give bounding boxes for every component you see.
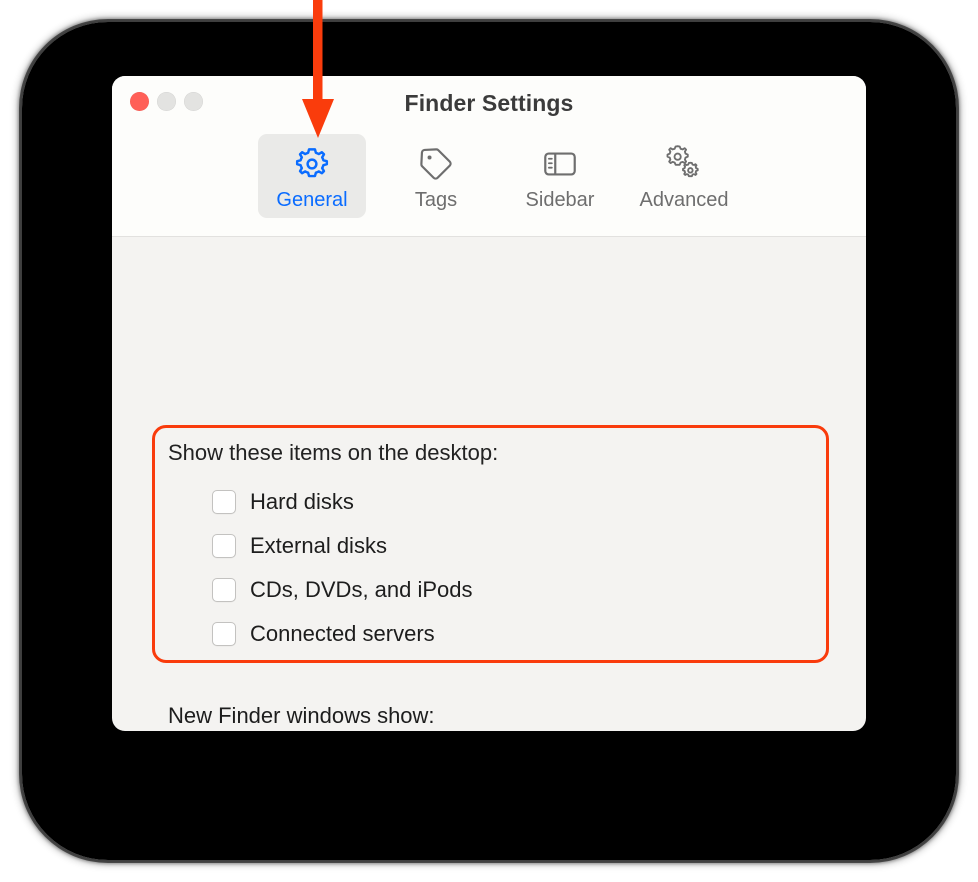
tag-icon	[417, 144, 455, 184]
checkbox-external-disks-label: External disks	[250, 533, 387, 558]
checkbox-cds-dvds-ipods-label: CDs, DVDs, and iPods	[250, 577, 473, 602]
checkbox-row-hard-disks[interactable]: Hard disks	[212, 490, 354, 514]
tab-advanced-label: Advanced	[639, 189, 729, 211]
general-settings-pane: Show these items on the desktop: Hard di…	[112, 237, 866, 731]
new-finder-windows-label: New Finder windows show:	[168, 703, 435, 728]
desktop-items-label: Show these items on the desktop:	[168, 440, 499, 465]
checkbox-hard-disks[interactable]	[212, 490, 236, 514]
annotation-arrow-icon	[298, 0, 338, 140]
page-title: Finder Settings	[404, 90, 574, 116]
gear-icon	[293, 144, 331, 184]
tab-tags[interactable]: Tags	[382, 134, 490, 218]
checkbox-row-external-disks[interactable]: External disks	[212, 534, 387, 558]
tab-sidebar-label: Sidebar	[525, 189, 595, 211]
checkbox-external-disks[interactable]	[212, 534, 236, 558]
tab-advanced[interactable]: Advanced	[630, 134, 738, 218]
double-gear-icon	[664, 144, 704, 184]
screenshot-stage: Finder Settings General Tags Sidebar Adv…	[0, 0, 978, 882]
settings-tab-bar: General Tags Sidebar Advanced	[258, 134, 738, 218]
tab-tags-label: Tags	[414, 189, 458, 211]
window-toolbar: Finder Settings General Tags Sidebar Adv…	[112, 76, 866, 237]
checkbox-hard-disks-label: Hard disks	[250, 489, 354, 514]
checkbox-connected-servers[interactable]	[212, 622, 236, 646]
tab-general-label: General	[276, 189, 348, 211]
checkbox-cds-dvds-ipods[interactable]	[212, 578, 236, 602]
checkbox-row-cds-dvds-ipods[interactable]: CDs, DVDs, and iPods	[212, 578, 473, 602]
checkbox-connected-servers-label: Connected servers	[250, 621, 435, 646]
tab-general[interactable]: General	[258, 134, 366, 218]
finder-settings-window: Finder Settings General Tags Sidebar Adv…	[112, 76, 866, 731]
checkbox-row-connected-servers[interactable]: Connected servers	[212, 622, 435, 646]
tab-sidebar[interactable]: Sidebar	[506, 134, 614, 218]
sidebar-icon	[541, 144, 579, 184]
